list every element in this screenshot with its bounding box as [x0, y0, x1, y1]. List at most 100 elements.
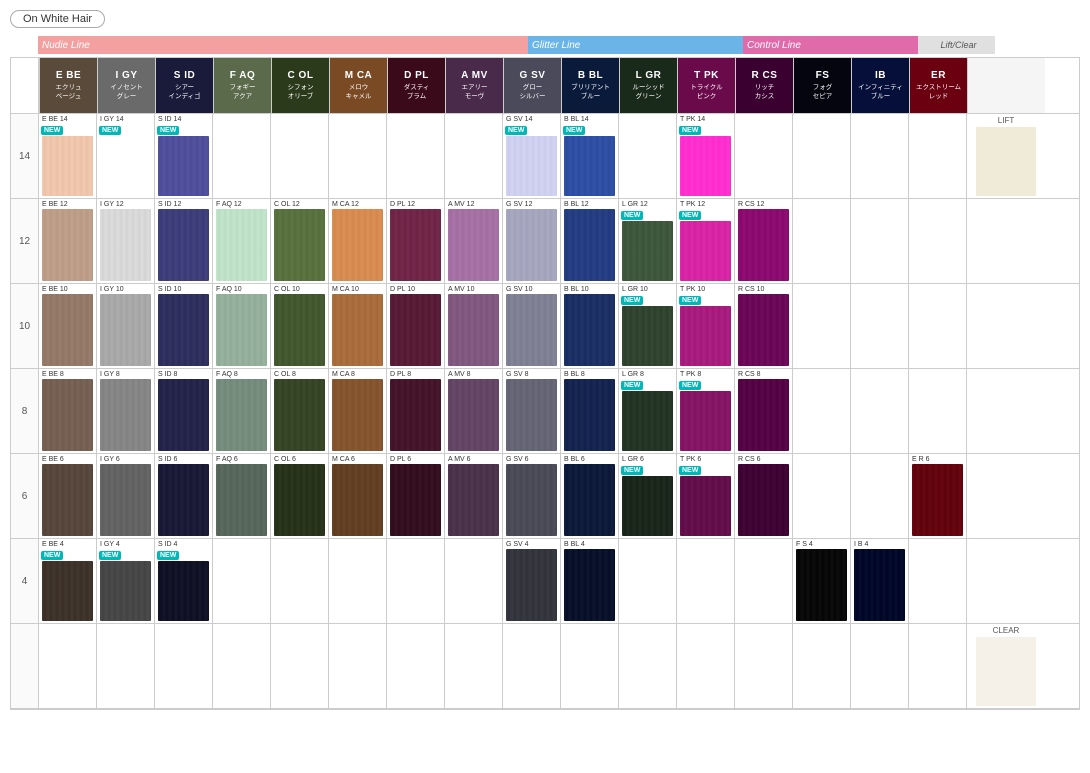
- cell-label: L GR 10: [622, 286, 673, 293]
- new-badge: NEW: [679, 296, 701, 305]
- cell--empty-4: [271, 624, 329, 708]
- cell-10-dpl-6: D PL 10: [387, 284, 445, 368]
- top-badge[interactable]: On White Hair: [10, 10, 105, 28]
- cell-4-ib-14: I B 4: [851, 539, 909, 623]
- cell-14-sid-2: S ID 14NEW: [155, 114, 213, 198]
- cell-10-faq-3: F AQ 10: [213, 284, 271, 368]
- cell-label: T PK 14: [680, 116, 731, 123]
- cell-4-igy-1: I GY 4NEW: [97, 539, 155, 623]
- cell-label: F AQ 6: [216, 456, 267, 463]
- cell-label: B BL 12: [564, 201, 615, 208]
- cell-label: E BE 12: [42, 201, 93, 208]
- cell-label: E BE 6: [42, 456, 93, 463]
- color-swatch: [100, 464, 151, 536]
- cell-label: G SV 6: [506, 456, 557, 463]
- cell-label: C OL 8: [274, 371, 325, 378]
- cell-12-tpk-11: T PK 12NEW: [677, 199, 735, 283]
- cell-8-col-4: C OL 8: [271, 369, 329, 453]
- cell-label: M CA 8: [332, 371, 383, 378]
- color-swatch: [854, 549, 905, 621]
- cell-6-mca-5: M CA 6: [329, 454, 387, 538]
- cell-4-bbl-9: B BL 4: [561, 539, 619, 623]
- cell-label: F S 4: [796, 541, 847, 548]
- cell-label: A MV 6: [448, 456, 499, 463]
- control-line-label: Control Line: [743, 36, 918, 54]
- color-header-lgr: L GRルーシッドグリーン: [619, 58, 677, 113]
- color-headers: E BEエクリュベージュI GYイノセントグレーS IDシアーインディゴF AQ…: [10, 57, 1080, 113]
- cell-10-lgr-10: L GR 10 NEW: [619, 284, 677, 368]
- cell-6-fs-13: [793, 454, 851, 538]
- color-swatch: [42, 464, 93, 536]
- cell-10-amv-7: A MV 10: [445, 284, 503, 368]
- cell-label: G SV 8: [506, 371, 557, 378]
- cell-12-ebe-0: E BE 12: [39, 199, 97, 283]
- color-swatch: [738, 464, 789, 536]
- cell-label: F AQ 10: [216, 286, 267, 293]
- new-badge: NEW: [679, 466, 701, 475]
- cell-label: G SV 4: [506, 541, 557, 548]
- cell-14-gsv-8: G SV 14NEW: [503, 114, 561, 198]
- color-swatch: [42, 379, 93, 451]
- cell-label: T PK 6: [680, 456, 731, 463]
- cell--empty-2: [155, 624, 213, 708]
- cell-label: S ID 4: [158, 541, 209, 548]
- cell-label: B BL 8: [564, 371, 615, 378]
- new-badge: NEW: [41, 126, 63, 135]
- cell-14-ib-14: [851, 114, 909, 198]
- cell-label: E BE 4: [42, 541, 93, 548]
- cell-12-fs-13: [793, 199, 851, 283]
- color-swatch: [42, 209, 93, 281]
- cell--empty-7: [445, 624, 503, 708]
- cell-label: S ID 14: [158, 116, 209, 123]
- lift-clear-cell-: CLEAR: [967, 624, 1045, 708]
- cell-8-fs-13: [793, 369, 851, 453]
- cell-label: B BL 6: [564, 456, 615, 463]
- lift-clear-cell-6: [967, 454, 1045, 538]
- cell-6-amv-7: A MV 6: [445, 454, 503, 538]
- color-swatch: [158, 464, 209, 536]
- cell-10-bbl-9: B BL 10: [561, 284, 619, 368]
- color-swatch: [564, 549, 615, 621]
- new-badge: NEW: [99, 551, 121, 560]
- color-header-igy: I GYイノセントグレー: [97, 58, 155, 113]
- new-badge: NEW: [505, 126, 527, 135]
- cell-label: S ID 6: [158, 456, 209, 463]
- cell-8-er-15: [909, 369, 967, 453]
- color-header-amv: A MVエアリーモーヴ: [445, 58, 503, 113]
- cell-12-ib-14: [851, 199, 909, 283]
- row-label-6: 6: [11, 454, 39, 538]
- color-swatch: [680, 221, 731, 281]
- cell-label: E BE 14: [42, 116, 93, 123]
- color-swatch: [738, 379, 789, 451]
- cell--empty-1: [97, 624, 155, 708]
- cell-label: F AQ 8: [216, 371, 267, 378]
- clear-swatch: [976, 637, 1036, 706]
- color-swatch: [680, 136, 731, 196]
- new-badge: NEW: [679, 211, 701, 220]
- color-swatch: [332, 294, 383, 366]
- cell-14-col-4: [271, 114, 329, 198]
- cell-8-ebe-0: E BE 8: [39, 369, 97, 453]
- cell-8-lgr-10: L GR 8NEW: [619, 369, 677, 453]
- cell-label: M CA 6: [332, 456, 383, 463]
- cell-4-ebe-0: E BE 4NEW: [39, 539, 97, 623]
- color-header-dpl: D PLダスティプラム: [387, 58, 445, 113]
- new-badge: NEW: [621, 381, 643, 390]
- new-badge: NEW: [621, 296, 643, 305]
- cell-label: C OL 6: [274, 456, 325, 463]
- cell-label: D PL 6: [390, 456, 441, 463]
- cell-4-faq-3: [213, 539, 271, 623]
- cell-6-rcs-12: R CS 6: [735, 454, 793, 538]
- grid-row-6: 6E BE 6I GY 6S ID 6F AQ 6C OL 6M CA 6D P…: [11, 454, 1079, 539]
- color-swatch: [506, 294, 557, 366]
- color-swatch: [158, 379, 209, 451]
- color-swatch: [680, 391, 731, 451]
- cell-label: B BL 14: [564, 116, 615, 123]
- color-swatch: [622, 221, 673, 281]
- nudie-line-label: Nudie Line: [38, 36, 528, 54]
- color-swatch: [796, 549, 847, 621]
- cell-4-er-15: [909, 539, 967, 623]
- color-header-faq: F AQフォギーアクア: [213, 58, 271, 113]
- cell--empty-6: [387, 624, 445, 708]
- cell-10-rcs-12: R CS 10: [735, 284, 793, 368]
